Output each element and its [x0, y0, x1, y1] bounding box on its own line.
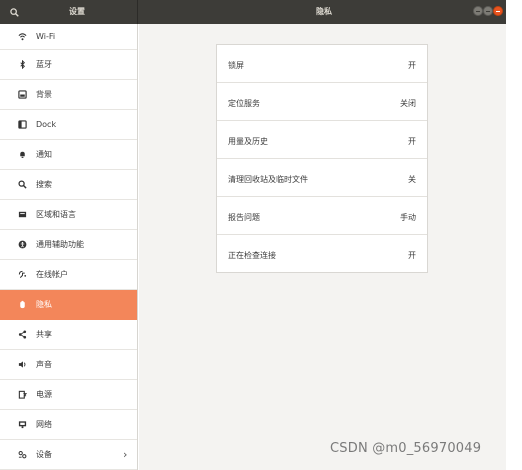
sidebar-item-label: 背景 — [36, 90, 52, 99]
privacy-row-problem-reporting[interactable]: 报告问题 手动 — [217, 197, 427, 235]
search-icon — [17, 180, 27, 190]
online-accounts-icon — [17, 270, 27, 280]
sidebar-item-dock[interactable]: Dock — [0, 110, 137, 140]
search-icon[interactable] — [6, 4, 22, 20]
dock-icon — [17, 120, 27, 130]
sidebar-item-label: Wi-Fi — [36, 32, 56, 41]
sidebar-item-accessibility[interactable]: 通用辅助功能 — [0, 230, 137, 260]
row-label: 报告问题 — [228, 213, 260, 222]
privacy-hand-icon — [17, 300, 27, 310]
row-value: 关闭 — [400, 99, 416, 108]
sidebar-header: 设置 — [0, 0, 138, 24]
header-bar: 设置 隐私 — [0, 0, 506, 24]
sidebar-item-label: 通用辅助功能 — [36, 240, 84, 249]
row-label: 定位服务 — [228, 99, 260, 108]
sidebar-item-privacy[interactable]: 隐私 — [0, 290, 137, 320]
row-label: 用量及历史 — [228, 137, 268, 146]
privacy-row-screen-lock[interactable]: 锁屏 开 — [217, 45, 427, 83]
row-label: 正在检查连接 — [228, 251, 276, 260]
watermark-text: CSDN @m0_56970049 — [330, 441, 482, 456]
accessibility-icon — [17, 240, 27, 250]
region-icon — [17, 210, 27, 220]
maximize-button[interactable] — [483, 6, 493, 16]
row-value: 开 — [408, 251, 416, 260]
sidebar-item-label: 设备 — [36, 450, 52, 459]
row-label: 清理回收站及临时文件 — [228, 175, 308, 184]
row-value: 关 — [408, 175, 416, 184]
sidebar-item-search[interactable]: 搜索 — [0, 170, 137, 200]
sidebar-item-region-language[interactable]: 区域和语言 — [0, 200, 137, 230]
sidebar-item-sharing[interactable]: 共享 — [0, 320, 137, 350]
sidebar-item-label: 共享 — [36, 330, 52, 339]
privacy-row-purge-trash[interactable]: 清理回收站及临时文件 关 — [217, 159, 427, 197]
sidebar-item-label: 通知 — [36, 150, 52, 159]
row-value: 手动 — [400, 213, 416, 222]
sidebar-item-network[interactable]: 网络 — [0, 410, 137, 440]
sidebar-item-label: 声音 — [36, 360, 52, 369]
sidebar-item-background[interactable]: 背景 — [0, 80, 137, 110]
page-title: 隐私 — [316, 7, 332, 16]
privacy-row-usage-history[interactable]: 用量及历史 开 — [217, 121, 427, 159]
sidebar-item-notifications[interactable]: 通知 — [0, 140, 137, 170]
wifi-icon — [17, 32, 27, 42]
bluetooth-icon — [17, 60, 27, 70]
close-button[interactable] — [493, 6, 503, 16]
share-icon — [17, 330, 27, 340]
sidebar-item-sound[interactable]: 声音 — [0, 350, 137, 380]
devices-icon — [17, 450, 27, 460]
privacy-row-connectivity-checking[interactable]: 正在检查连接 开 — [217, 235, 427, 273]
minimize-button[interactable] — [473, 6, 483, 16]
privacy-settings-list: 锁屏 开 定位服务 关闭 用量及历史 开 清理回收站及临时文件 关 报告问题 手… — [216, 44, 428, 273]
sidebar-title: 设置 — [69, 7, 85, 16]
row-value: 开 — [408, 137, 416, 146]
sidebar-item-label: 区域和语言 — [36, 210, 76, 219]
right-margin — [506, 0, 522, 470]
chevron-right-icon: › — [123, 448, 128, 461]
sidebar-item-label: Dock — [36, 120, 57, 129]
sidebar-item-bluetooth[interactable]: 蓝牙 — [0, 50, 137, 80]
power-icon — [17, 390, 27, 400]
sidebar-item-wifi[interactable]: Wi-Fi — [0, 24, 137, 50]
sidebar-item-label: 蓝牙 — [36, 60, 52, 69]
bell-icon — [17, 150, 27, 160]
network-icon — [17, 420, 27, 430]
privacy-row-location-services[interactable]: 定位服务 关闭 — [217, 83, 427, 121]
sidebar-item-label: 电源 — [36, 390, 52, 399]
main-content: 锁屏 开 定位服务 关闭 用量及历史 开 清理回收站及临时文件 关 报告问题 手… — [139, 24, 506, 470]
sidebar: Wi-Fi 蓝牙 背景 Dock 通知 搜索 区域和语言 通用辅助功能 在线帐户… — [0, 24, 138, 470]
sidebar-item-online-accounts[interactable]: 在线帐户 — [0, 260, 137, 290]
sidebar-item-devices[interactable]: 设备 › — [0, 440, 137, 470]
row-value: 开 — [408, 61, 416, 70]
sidebar-item-label: 网络 — [36, 420, 52, 429]
sidebar-item-label: 隐私 — [36, 300, 52, 309]
sidebar-item-label: 搜索 — [36, 180, 52, 189]
background-icon — [17, 90, 27, 100]
speaker-icon — [17, 360, 27, 370]
sidebar-item-power[interactable]: 电源 — [0, 380, 137, 410]
row-label: 锁屏 — [228, 61, 244, 70]
sidebar-item-label: 在线帐户 — [36, 270, 68, 279]
